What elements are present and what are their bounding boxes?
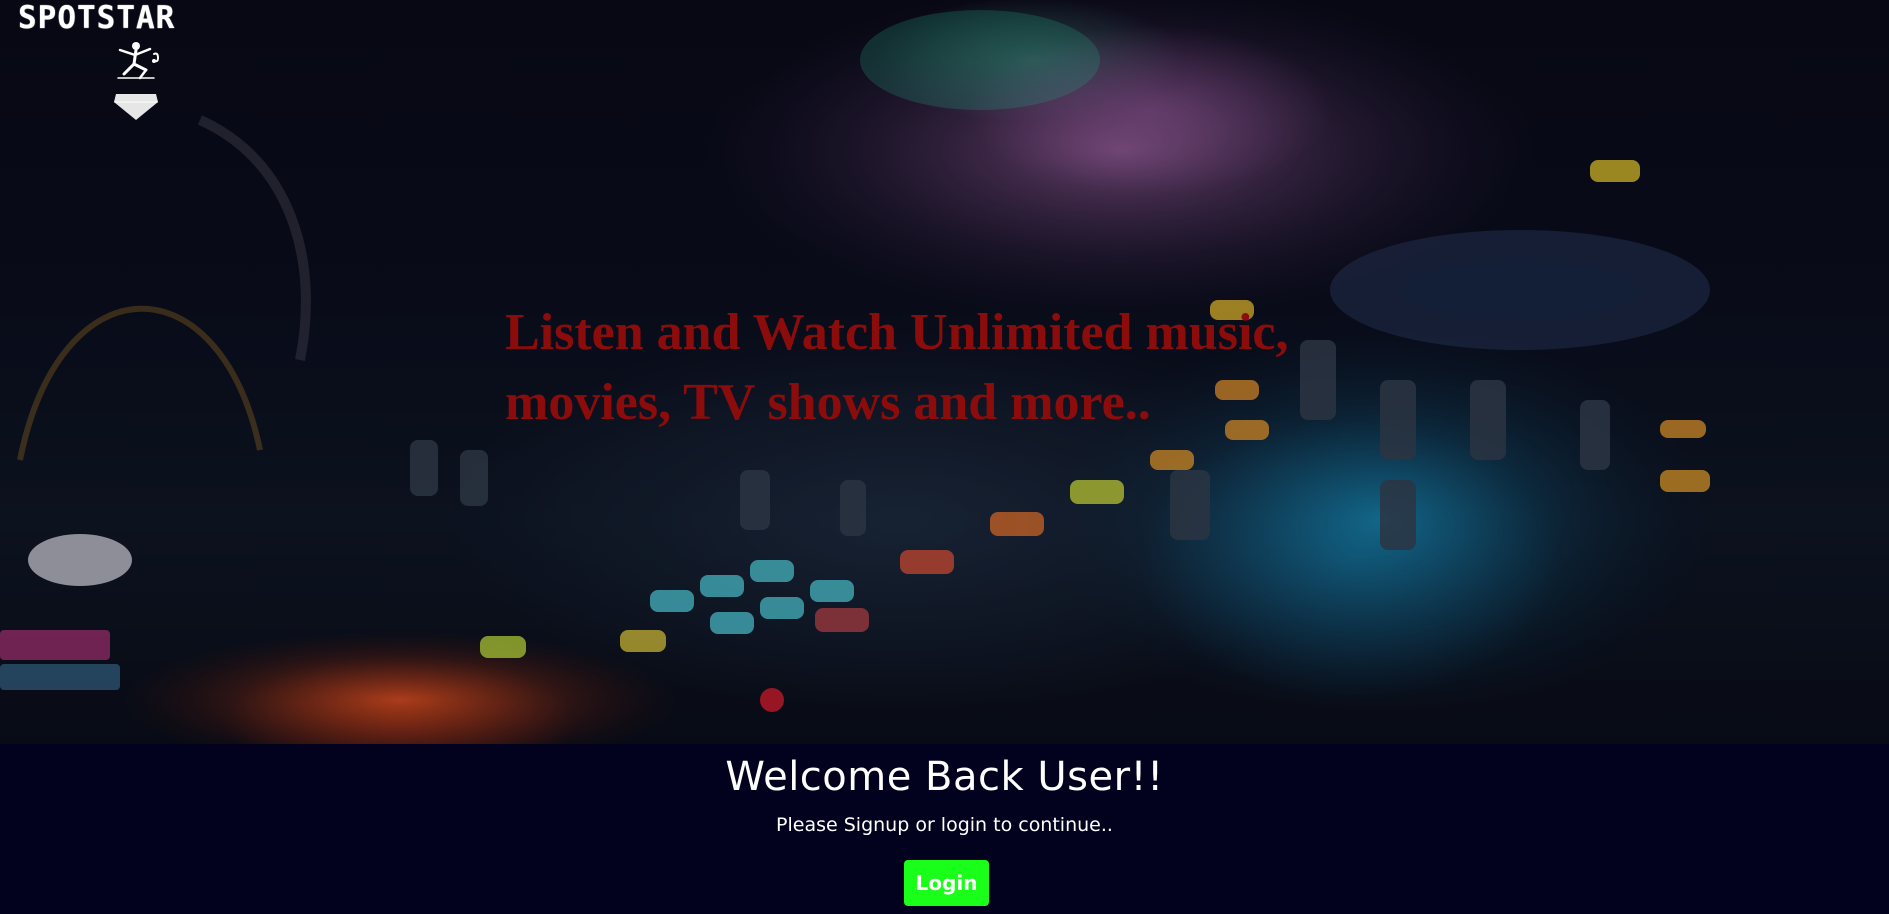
- welcome-title: Welcome Back User!!: [725, 754, 1164, 800]
- brand-name: SPOTSTAR: [18, 0, 176, 36]
- brand-logo[interactable]: SPOTSTAR: [18, 0, 238, 120]
- hero-headline: Listen and Watch Unlimited music, movies…: [505, 298, 1505, 438]
- hero-background: SPOTSTAR Listen and Watch Unlimited musi…: [0, 0, 1889, 744]
- login-button[interactable]: Login: [904, 860, 989, 906]
- landing-page: SPOTSTAR Listen and Watch Unlimited musi…: [0, 0, 1889, 914]
- welcome-subtitle: Please Signup or login to continue..: [776, 814, 1113, 836]
- welcome-section: Welcome Back User!! Please Signup or log…: [0, 744, 1889, 914]
- hero-headline-line2: movies, TV shows and more..: [505, 374, 1151, 431]
- brand-icons: [96, 40, 176, 128]
- diamond-icon: [114, 94, 158, 120]
- hero-headline-line1: Listen and Watch Unlimited music,: [505, 304, 1289, 361]
